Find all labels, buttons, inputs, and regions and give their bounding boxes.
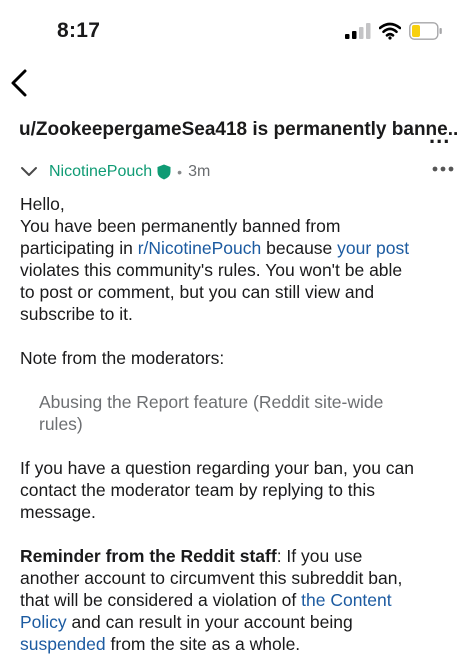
cellular-signal-icon — [345, 23, 371, 39]
moderator-note-quote: Abusing the Report feature (Reddit site-… — [39, 392, 384, 412]
sender-name[interactable]: NicotinePouch — [49, 163, 152, 181]
suspended-link[interactable]: suspended — [20, 634, 106, 654]
status-bar: 8:17 — [0, 0, 474, 60]
status-time: 8:17 — [57, 19, 101, 42]
body-text: from the site as a whole. — [105, 634, 301, 654]
staff-reminder-label: Reminder from the Reddit staff — [20, 546, 277, 566]
subreddit-link[interactable]: r/NicotinePouch — [138, 238, 262, 258]
body-text: participating in — [20, 238, 138, 258]
separator-dot: • — [177, 164, 183, 180]
body-line: Policy and can result in your account be… — [20, 611, 460, 633]
greeting: Hello, — [20, 194, 65, 214]
body-text: and can result in your account being — [66, 612, 353, 632]
body-text: : If you use — [276, 546, 363, 566]
body-text: because — [261, 238, 338, 258]
body-line: Reminder from the Reddit staff: If you u… — [20, 545, 460, 567]
content-policy-link[interactable]: the Content — [301, 590, 391, 610]
battery-icon — [409, 22, 442, 40]
body-line: to post or comment, but you can still vi… — [20, 282, 375, 302]
body-line: If you have a question regarding your ba… — [20, 458, 415, 478]
your-post-link[interactable]: your post — [337, 238, 409, 258]
message-more-icon[interactable] — [432, 164, 454, 174]
body-text: that will be considered a violation of — [20, 590, 302, 610]
moderator-note-quote: rules) — [39, 414, 83, 434]
body-line: that will be considered a violation of t… — [20, 589, 460, 611]
content-policy-link[interactable]: Policy — [20, 612, 67, 632]
collapse-chevron-icon[interactable] — [20, 166, 38, 178]
conversation-title: u/ZookeepergameSea418 is permanently ban… — [19, 119, 459, 140]
body-line: suspended from the site as a whole. — [20, 633, 460, 655]
message-body: Hello, You have been permanently banned … — [20, 193, 460, 655]
body-line: You have been permanently banned from — [20, 216, 341, 236]
conversation-more-button[interactable]: ... — [429, 123, 450, 149]
body-line: contact the moderator team by replying t… — [20, 480, 376, 500]
body-line: participating in r/NicotinePouch because… — [20, 237, 460, 259]
wifi-icon — [379, 22, 401, 40]
message-header[interactable]: NicotinePouch • 3m — [20, 160, 460, 184]
body-line: violates this community's rules. You won… — [20, 260, 403, 280]
body-line: message. — [20, 502, 96, 522]
moderator-shield-icon — [157, 164, 171, 180]
body-line: subscribe to it. — [20, 304, 133, 324]
message-age: 3m — [188, 163, 211, 180]
body-line: another account to circumvent this subre… — [20, 568, 403, 588]
back-chevron-icon[interactable] — [8, 68, 34, 98]
moderator-note-label: Note from the moderators: — [20, 348, 225, 368]
